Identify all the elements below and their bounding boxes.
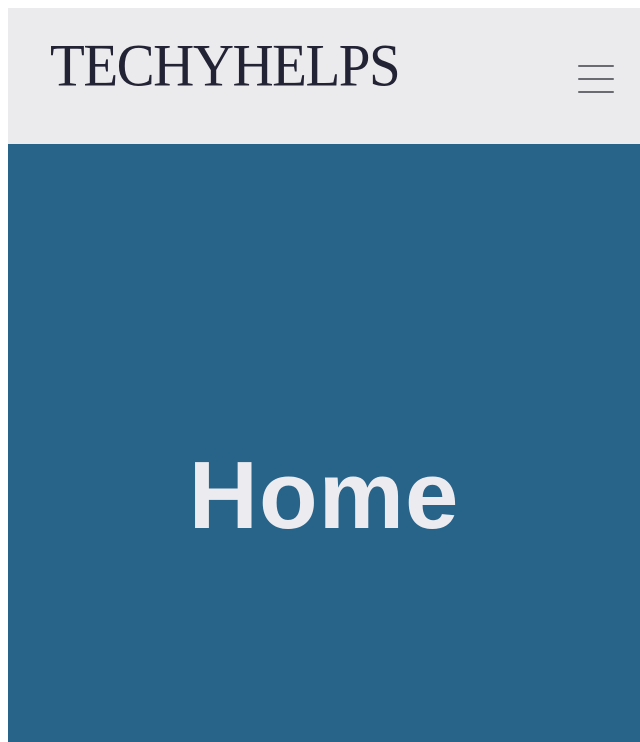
hero-banner: Home [8,144,640,742]
site-logo[interactable]: TECHYHELPS [50,36,401,96]
menu-line-middle [578,78,614,80]
site-header: TECHYHELPS [8,8,640,144]
hero-title: Home [188,442,460,550]
page: TECHYHELPS Home [0,0,640,742]
hamburger-menu-button[interactable] [574,64,618,104]
menu-line-bottom [578,91,614,93]
menu-line-top [578,65,614,67]
